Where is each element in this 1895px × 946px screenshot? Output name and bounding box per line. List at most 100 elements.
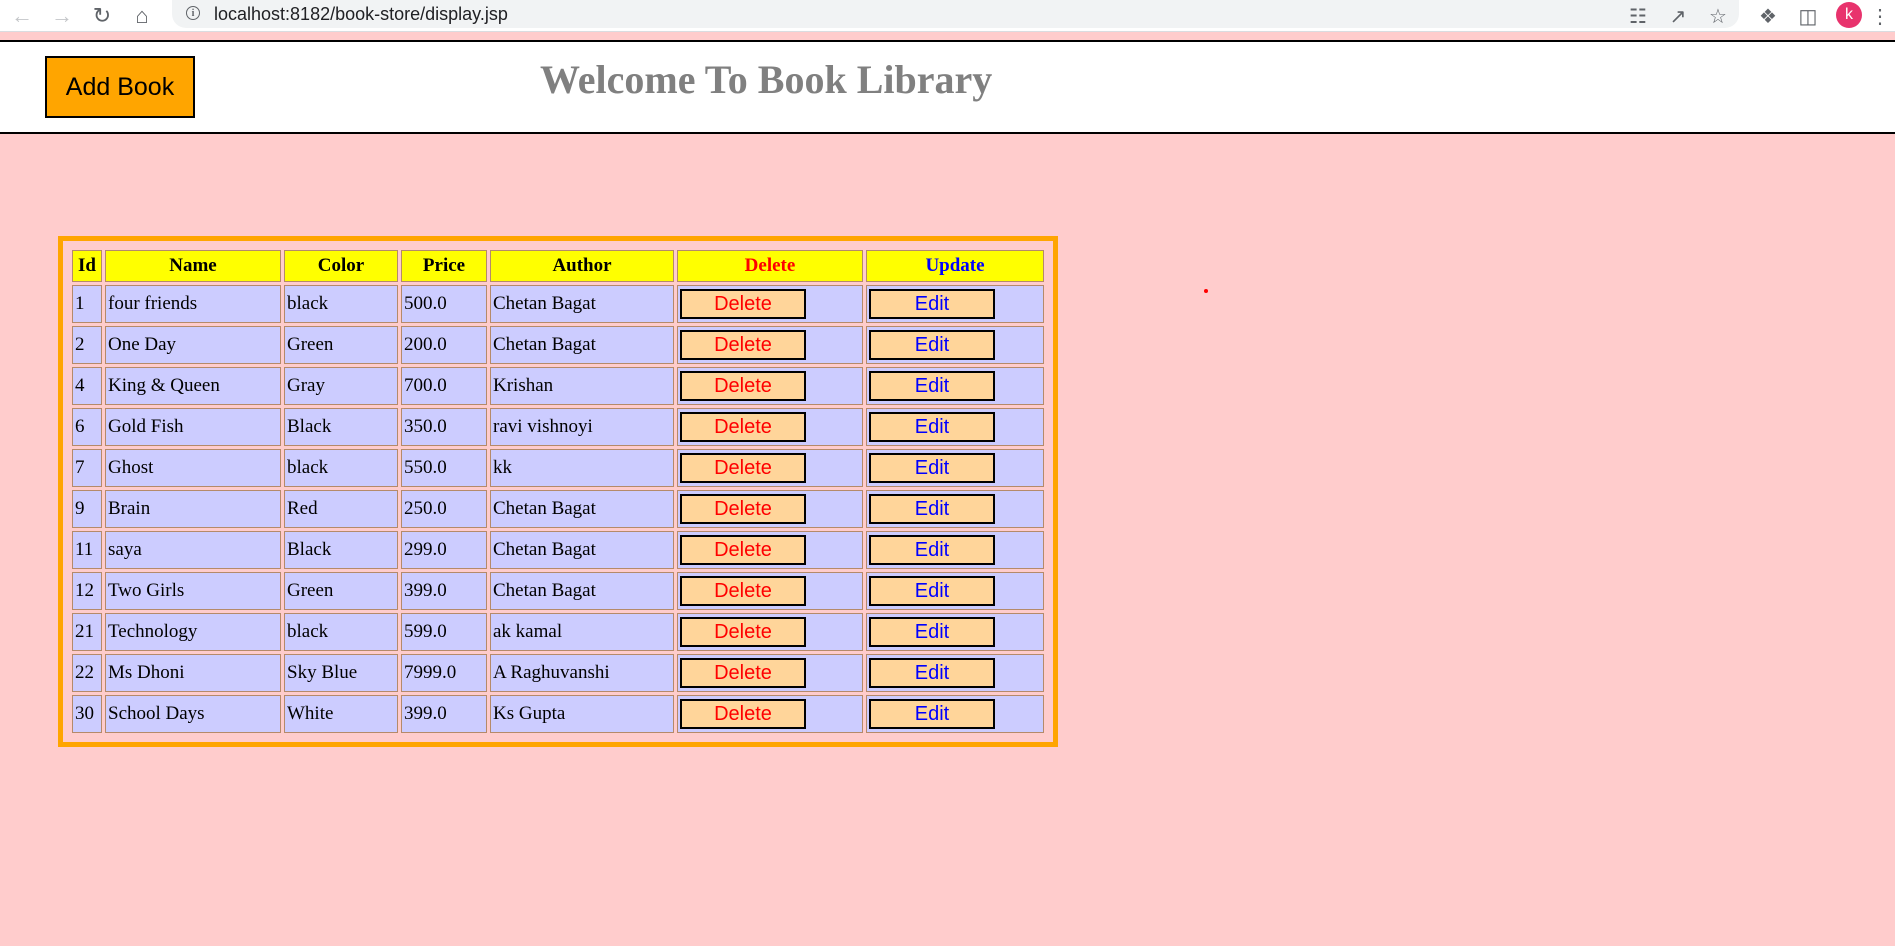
edit-button[interactable]: Edit bbox=[869, 658, 995, 688]
table-row: 1 four friends black 500.0 Chetan Bagat Delet… bbox=[72, 285, 1044, 323]
cell-update: Edit bbox=[866, 367, 1044, 405]
delete-button[interactable]: Delete bbox=[680, 412, 806, 442]
cell-name: Gold Fish bbox=[105, 408, 281, 446]
column-header-color: Color bbox=[284, 250, 398, 282]
back-arrow-icon[interactable]: ← bbox=[8, 2, 36, 30]
cell-color: White bbox=[284, 695, 398, 733]
cell-id: 7 bbox=[72, 449, 102, 487]
delete-button[interactable]: Delete bbox=[680, 576, 806, 606]
cell-author: Ks Gupta bbox=[490, 695, 674, 733]
more-menu-icon[interactable]: ⋮ bbox=[1870, 2, 1890, 30]
cell-name: saya bbox=[105, 531, 281, 569]
forward-arrow-icon[interactable]: → bbox=[48, 2, 76, 30]
cell-delete: Delete bbox=[677, 490, 863, 528]
address-bar[interactable]: i localhost:8182/book-store/display.jsp bbox=[172, 0, 1739, 28]
delete-button[interactable]: Delete bbox=[680, 699, 806, 729]
cell-price: 599.0 bbox=[401, 613, 487, 651]
books-table-container: Id Name Color Price Author Delete Update… bbox=[58, 236, 1058, 747]
delete-button[interactable]: Delete bbox=[680, 494, 806, 524]
cell-delete: Delete bbox=[677, 531, 863, 569]
translate-icon[interactable]: ☷ bbox=[1624, 2, 1652, 30]
edit-button[interactable]: Edit bbox=[869, 617, 995, 647]
cell-update: Edit bbox=[866, 654, 1044, 692]
books-table: Id Name Color Price Author Delete Update… bbox=[69, 247, 1047, 736]
side-panel-icon[interactable]: ◫ bbox=[1794, 2, 1822, 30]
cell-delete: Delete bbox=[677, 367, 863, 405]
cell-color: black bbox=[284, 285, 398, 323]
delete-button[interactable]: Delete bbox=[680, 658, 806, 688]
cell-price: 350.0 bbox=[401, 408, 487, 446]
cell-price: 299.0 bbox=[401, 531, 487, 569]
cell-update: Edit bbox=[866, 572, 1044, 610]
delete-button[interactable]: Delete bbox=[680, 371, 806, 401]
delete-button[interactable]: Delete bbox=[680, 453, 806, 483]
edit-button[interactable]: Edit bbox=[869, 453, 995, 483]
cell-name: King & Queen bbox=[105, 367, 281, 405]
bookmark-star-icon[interactable]: ☆ bbox=[1704, 2, 1732, 30]
cell-price: 250.0 bbox=[401, 490, 487, 528]
edit-button[interactable]: Edit bbox=[869, 412, 995, 442]
edit-button[interactable]: Edit bbox=[869, 289, 995, 319]
cell-color: Black bbox=[284, 531, 398, 569]
table-row: 6 Gold Fish Black 350.0 ravi vishnoyi Delete E… bbox=[72, 408, 1044, 446]
cell-color: Green bbox=[284, 572, 398, 610]
cell-color: Black bbox=[284, 408, 398, 446]
cell-name: Ms Dhoni bbox=[105, 654, 281, 692]
edit-button[interactable]: Edit bbox=[869, 330, 995, 360]
cell-author: kk bbox=[490, 449, 674, 487]
stray-red-dot bbox=[1204, 289, 1208, 293]
edit-button[interactable]: Edit bbox=[869, 699, 995, 729]
cell-delete: Delete bbox=[677, 326, 863, 364]
cell-update: Edit bbox=[866, 490, 1044, 528]
cell-name: School Days bbox=[105, 695, 281, 733]
cell-color: Red bbox=[284, 490, 398, 528]
cell-update: Edit bbox=[866, 285, 1044, 323]
extensions-puzzle-icon[interactable]: ❖ bbox=[1754, 2, 1782, 30]
cell-author: Chetan Bagat bbox=[490, 285, 674, 323]
table-row: 4 King & Queen Gray 700.0 Krishan Delete Edit bbox=[72, 367, 1044, 405]
edit-button[interactable]: Edit bbox=[869, 494, 995, 524]
delete-button[interactable]: Delete bbox=[680, 289, 806, 319]
home-icon[interactable]: ⌂ bbox=[128, 2, 156, 30]
table-row: 21 Technology black 599.0 ak kamal Delete Edit bbox=[72, 613, 1044, 651]
cell-delete: Delete bbox=[677, 449, 863, 487]
cell-author: Krishan bbox=[490, 367, 674, 405]
cell-id: 30 bbox=[72, 695, 102, 733]
cell-update: Edit bbox=[866, 531, 1044, 569]
table-row: 22 Ms Dhoni Sky Blue 7999.0 A Raghuvanshi Del… bbox=[72, 654, 1044, 692]
add-book-button[interactable]: Add Book bbox=[45, 56, 195, 118]
page-title: Welcome To Book Library bbox=[540, 57, 993, 102]
cell-name: Brain bbox=[105, 490, 281, 528]
cell-price: 200.0 bbox=[401, 326, 487, 364]
reload-icon[interactable]: ↻ bbox=[88, 2, 116, 30]
share-icon[interactable]: ↗ bbox=[1664, 2, 1692, 30]
cell-price: 399.0 bbox=[401, 572, 487, 610]
cell-id: 1 bbox=[72, 285, 102, 323]
cell-author: ak kamal bbox=[490, 613, 674, 651]
delete-button[interactable]: Delete bbox=[680, 535, 806, 565]
cell-color: black bbox=[284, 449, 398, 487]
cell-delete: Delete bbox=[677, 695, 863, 733]
cell-id: 6 bbox=[72, 408, 102, 446]
site-info-icon[interactable]: i bbox=[186, 6, 200, 20]
profile-avatar[interactable]: k bbox=[1836, 2, 1862, 28]
cell-color: Gray bbox=[284, 367, 398, 405]
column-header-update: Update bbox=[866, 250, 1044, 282]
table-row: 9 Brain Red 250.0 Chetan Bagat Delete Edit bbox=[72, 490, 1044, 528]
cell-author: Chetan Bagat bbox=[490, 531, 674, 569]
cell-author: A Raghuvanshi bbox=[490, 654, 674, 692]
cell-name: Technology bbox=[105, 613, 281, 651]
cell-delete: Delete bbox=[677, 408, 863, 446]
cell-id: 12 bbox=[72, 572, 102, 610]
edit-button[interactable]: Edit bbox=[869, 371, 995, 401]
delete-button[interactable]: Delete bbox=[680, 617, 806, 647]
cell-delete: Delete bbox=[677, 613, 863, 651]
cell-update: Edit bbox=[866, 695, 1044, 733]
delete-button[interactable]: Delete bbox=[680, 330, 806, 360]
cell-id: 2 bbox=[72, 326, 102, 364]
url-text[interactable]: localhost:8182/book-store/display.jsp bbox=[214, 4, 508, 25]
edit-button[interactable]: Edit bbox=[869, 535, 995, 565]
cell-id: 4 bbox=[72, 367, 102, 405]
table-row: 2 One Day Green 200.0 Chetan Bagat Delete Edit bbox=[72, 326, 1044, 364]
edit-button[interactable]: Edit bbox=[869, 576, 995, 606]
